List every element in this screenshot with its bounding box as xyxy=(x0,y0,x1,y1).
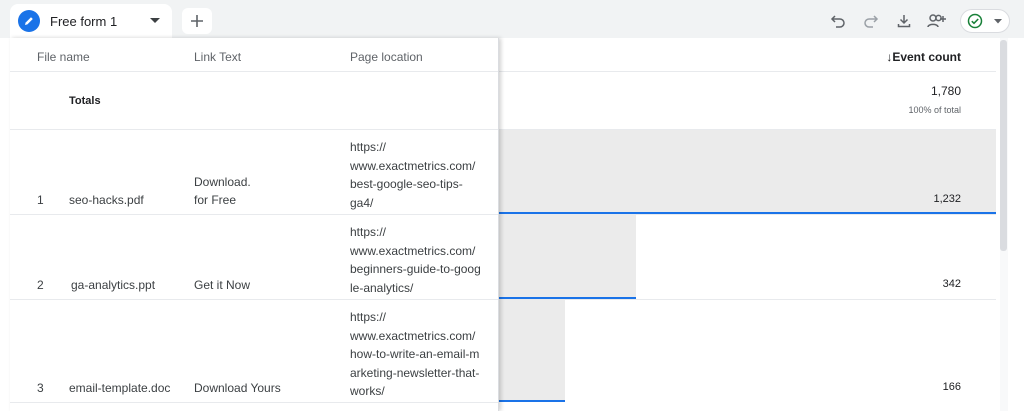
totals-percent: 100% of total xyxy=(908,105,961,115)
event-count-value: 342 xyxy=(942,278,961,290)
page-location-line: best-google-seo-tips- xyxy=(350,177,463,191)
chevron-down-icon[interactable] xyxy=(150,18,160,24)
dimension-panel: File name Link Text Page location Totals… xyxy=(10,38,499,411)
link-text-header[interactable]: Link Text xyxy=(194,50,241,64)
page-location-line: https:// xyxy=(350,225,387,239)
file-name-header[interactable]: File name xyxy=(37,50,90,64)
link-text-line: for Free xyxy=(194,193,237,207)
event-count-value: 166 xyxy=(942,381,961,393)
caret-down-icon xyxy=(994,18,1002,23)
page-location-line: beginners-guide-to-goog xyxy=(350,262,481,276)
metric-panel: ↓Event count 1,780 100% of total 1,232 3… xyxy=(498,38,996,411)
row-divider xyxy=(10,402,498,403)
event-count-value: 1,232 xyxy=(933,193,961,205)
toolbar xyxy=(816,9,1010,33)
link-text-line: Download Yours xyxy=(194,381,281,395)
undo-icon[interactable] xyxy=(827,10,849,32)
row-index: 3 xyxy=(37,381,44,395)
file-name-cell: email-template.doc xyxy=(69,381,171,395)
add-tab-button[interactable] xyxy=(182,8,212,34)
share-user-icon[interactable] xyxy=(926,10,948,32)
report-table: ↓Event count 1,780 100% of total 1,232 3… xyxy=(10,38,996,411)
link-text-line: Get it Now xyxy=(194,278,251,292)
row-divider xyxy=(10,214,498,215)
totals-divider xyxy=(10,129,498,130)
header-divider xyxy=(498,71,996,72)
page-location-line: le-analytics/ xyxy=(350,280,414,295)
event-count-bar xyxy=(498,215,636,299)
page-location-header[interactable]: Page location xyxy=(350,50,423,64)
page-location-line: www.exactmetrics.com/ xyxy=(350,158,476,173)
event-count-header[interactable]: ↓Event count xyxy=(886,50,961,64)
totals-label: Totals xyxy=(69,95,101,107)
row-divider xyxy=(498,299,996,300)
file-name-cell: ga-analytics.ppt xyxy=(71,278,156,292)
tab-free-form[interactable]: Free form 1 xyxy=(10,4,172,38)
header-divider xyxy=(10,71,498,72)
plus-icon xyxy=(191,15,203,27)
scrollbar-thumb[interactable] xyxy=(1000,40,1007,251)
totals-value: 1,780 xyxy=(930,84,961,98)
row-index: 1 xyxy=(37,193,44,207)
event-count-bar xyxy=(498,130,996,214)
download-icon[interactable] xyxy=(893,10,915,32)
tab-bar: Free form 1 xyxy=(0,0,1024,38)
link-text-line: Download. xyxy=(194,175,251,189)
status-dropdown[interactable] xyxy=(960,9,1010,33)
row-index: 2 xyxy=(37,278,44,292)
pencil-icon xyxy=(18,10,40,32)
file-name-cell: seo-hacks.pdf xyxy=(69,193,144,207)
row-divider xyxy=(10,299,498,300)
page-location-line: works/ xyxy=(350,384,385,398)
redo-icon[interactable] xyxy=(860,10,882,32)
page-location-line: www.exactmetrics.com/ xyxy=(350,243,476,258)
page-location-line: ga4/ xyxy=(350,195,374,210)
page-location-line: https:// xyxy=(350,140,387,154)
check-circle-icon xyxy=(967,13,983,29)
page-location-line: arketing-newsletter-that- xyxy=(350,365,480,380)
tab-label: Free form 1 xyxy=(50,13,118,29)
page-location-line: how-to-write-an-email-m xyxy=(350,347,480,361)
event-count-bar xyxy=(498,300,565,402)
page-location-line: www.exactmetrics.com/ xyxy=(350,328,476,343)
page-location-line: https:// xyxy=(350,310,387,324)
